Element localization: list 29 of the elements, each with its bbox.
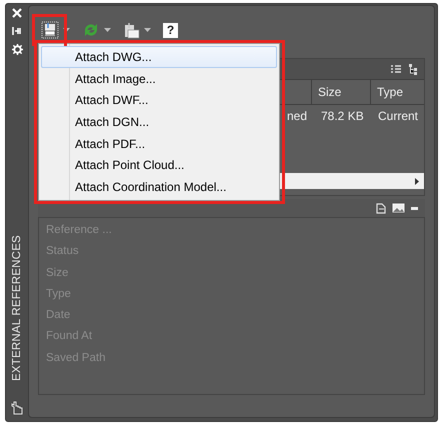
- table-cell-text: Current: [378, 109, 420, 123]
- help-button[interactable]: ?: [163, 22, 178, 38]
- menu-item[interactable]: Attach DWG...: [41, 46, 277, 68]
- collapse-icon[interactable]: [411, 206, 418, 210]
- table-cell-text: 78.2 KB: [321, 109, 365, 123]
- column-header[interactable]: Size: [311, 80, 370, 104]
- document-icon[interactable]: [376, 202, 386, 214]
- caret-icon[interactable]: [63, 28, 70, 32]
- tree-view-icon[interactable]: [409, 64, 419, 74]
- column-header[interactable]: Type: [370, 80, 424, 104]
- folder-stack-icon[interactable]: [123, 22, 140, 38]
- menu-item[interactable]: Attach Point Cloud...: [41, 154, 277, 176]
- menu-item[interactable]: Attach Image...: [41, 68, 277, 90]
- menu-item[interactable]: Attach DGN...: [41, 111, 277, 133]
- settings-icon[interactable]: [12, 44, 22, 55]
- caret-icon[interactable]: [104, 28, 111, 32]
- close-icon[interactable]: [12, 8, 22, 18]
- caret-icon[interactable]: [144, 28, 151, 32]
- hand-icon[interactable]: [10, 401, 24, 415]
- list-view-icon[interactable]: [391, 64, 401, 74]
- table-cell-text: ned: [287, 109, 308, 123]
- scroll-right-icon[interactable]: [415, 178, 419, 184]
- palette-title: EXTERNAL REFERENCES: [11, 235, 23, 381]
- auto-hide-icon[interactable]: [12, 26, 22, 36]
- menu-item[interactable]: Attach PDF...: [41, 132, 277, 154]
- menu-item[interactable]: Attach DWF...: [41, 89, 277, 112]
- attach-icon[interactable]: [41, 21, 59, 39]
- menu-item[interactable]: Attach Coordination Model...: [41, 176, 277, 198]
- preview-icon[interactable]: [392, 203, 405, 213]
